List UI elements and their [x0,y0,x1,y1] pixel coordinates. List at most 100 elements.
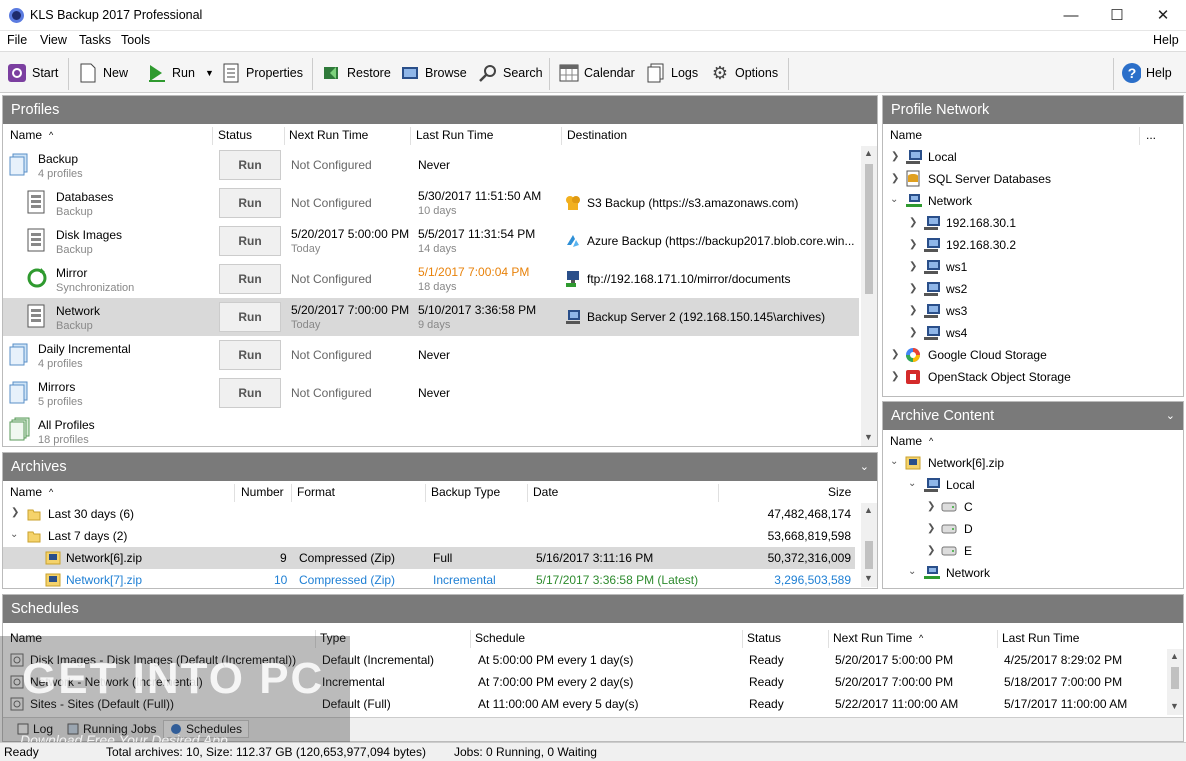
run-button[interactable]: Run [147,59,195,87]
profile-row-mirrors[interactable]: Mirrors 5 profiles Run Not Configured Ne… [3,374,859,412]
col-next-run[interactable]: Next Run Time [833,627,912,649]
menu-file[interactable]: File [7,33,27,47]
col-status[interactable]: Status [747,627,781,649]
archives-scrollbar[interactable]: ▲ ▼ [861,503,877,587]
tree-item-network[interactable]: ⌄ Network [883,190,1173,212]
tree-item-network[interactable]: ⌄ Network [883,562,1173,584]
menu-tasks[interactable]: Tasks [79,33,111,47]
menu-tools[interactable]: Tools [121,33,150,47]
col-last-run[interactable]: Last Run Time [1002,627,1079,649]
col-backup-type[interactable]: Backup Type [431,481,500,503]
chevron-right-icon[interactable]: ❯ [909,261,917,272]
collapse-chevron-icon[interactable]: ⌄ [860,453,869,481]
help-button[interactable]: ? Help [1121,59,1172,87]
archive-row[interactable]: Network[6].zip 9 Compressed (Zip) Full 5… [3,547,855,569]
run-button[interactable]: Run [219,150,281,180]
start-button[interactable]: Start [7,59,58,87]
archive-group-row[interactable]: ❯ Last 30 days (6) 47,482,468,174 [3,503,855,525]
tree-item-host[interactable]: ❯ ws3 [883,300,1173,322]
run-button[interactable]: Run [219,264,281,294]
collapse-chevron-icon[interactable]: ⌄ [1166,402,1175,430]
col-name[interactable]: Name [10,124,42,146]
archive-row[interactable]: Network[7].zip 10 Compressed (Zip) Incre… [3,569,855,591]
col-last-run[interactable]: Last Run Time [416,124,493,146]
profile-row-mirror[interactable]: Mirror Synchronization Run Not Configure… [3,260,859,298]
browse-button[interactable]: Browse [400,59,467,87]
tree-item-local[interactable]: ⌄ Local [883,474,1173,496]
chevron-right-icon[interactable]: ❯ [891,151,899,162]
col-name[interactable]: Name [890,430,922,452]
tree-item-host[interactable]: ❯ 192.168.30.1 [883,212,1173,234]
profiles-scrollbar[interactable]: ▲ ▼ [861,146,877,446]
col-number[interactable]: Number [241,481,284,503]
chevron-right-icon[interactable]: ❯ [891,349,899,360]
chevron-right-icon[interactable]: ❯ [927,501,935,512]
maximize-button[interactable]: ☐ [1094,0,1140,31]
logs-icon [646,63,666,83]
menu-view[interactable]: View [40,33,67,47]
chevron-right-icon[interactable]: ❯ [909,283,917,294]
options-button[interactable]: ⚙ Options [710,59,778,87]
profile-row-backup[interactable]: Backup 4 profiles Run Not Configured Nev… [3,146,859,184]
chevron-down-icon[interactable]: ⌄ [890,456,898,467]
profile-row-databases[interactable]: Databases Backup Run Not Configured 5/30… [3,184,859,222]
restore-button[interactable]: Restore [322,59,391,87]
col-date[interactable]: Date [533,481,558,503]
chevron-right-icon[interactable]: ❯ [909,217,917,228]
tree-item-drive[interactable]: ❯ D [883,518,1173,540]
profile-row-all-profiles[interactable]: All Profiles 18 profiles [3,412,859,446]
col-name[interactable]: Name [10,481,42,503]
col-status[interactable]: Status [218,124,252,146]
properties-button[interactable]: Properties [221,59,303,87]
run-button[interactable]: Run [219,226,281,256]
tree-item-drive[interactable]: ❯ C [883,496,1173,518]
tree-item-sql-server[interactable]: ❯ SQL Server Databases [883,168,1173,190]
tree-item-local[interactable]: ❯ Local [883,146,1173,168]
col-next-run[interactable]: Next Run Time [289,124,368,146]
chevron-right-icon[interactable]: ❯ [11,507,19,518]
col-format[interactable]: Format [297,481,335,503]
col-schedule[interactable]: Schedule [475,627,525,649]
chevron-right-icon[interactable]: ❯ [927,545,935,556]
tree-item-archive[interactable]: ⌄ Network[6].zip [883,452,1173,474]
new-button[interactable]: New [78,59,128,87]
openstack-icon [906,370,920,384]
run-button[interactable]: Run [219,340,281,370]
schedules-scrollbar[interactable]: ▲ ▼ [1167,649,1183,715]
tree-item-host[interactable]: ❯ ws4 [883,322,1173,344]
tree-item-openstack[interactable]: ❯ OpenStack Object Storage [883,366,1173,388]
archive-group-row[interactable]: ⌄ Last 7 days (2) 53,668,819,598 [3,525,855,547]
chevron-right-icon[interactable]: ❯ [909,239,917,250]
profile-row-network[interactable]: Network Backup Run 5/20/2017 7:00:00 PM … [3,298,859,336]
col-size[interactable]: Size [828,481,851,503]
menu-help[interactable]: Help [1153,33,1179,47]
tree-item-host[interactable]: ❯ ws2 [883,278,1173,300]
minimize-button[interactable]: — [1048,0,1094,31]
calendar-button[interactable]: Calendar [559,59,635,87]
chevron-right-icon[interactable]: ❯ [891,173,899,184]
col-destination[interactable]: Destination [567,124,627,146]
close-button[interactable]: ✕ [1140,0,1186,31]
run-dropdown-icon[interactable]: ▼ [205,59,214,87]
chevron-down-icon[interactable]: ⌄ [908,478,916,489]
run-button[interactable]: Run [219,302,281,332]
tree-item-google-cloud[interactable]: ❯ Google Cloud Storage [883,344,1173,366]
run-button[interactable]: Run [219,188,281,218]
more-columns-button[interactable]: ... [1146,124,1156,146]
tree-item-drive[interactable]: ❯ E [883,540,1173,562]
chevron-down-icon[interactable]: ⌄ [10,529,18,540]
profile-row-disk-images[interactable]: Disk Images Backup Run 5/20/2017 5:00:00… [3,222,859,260]
chevron-down-icon[interactable]: ⌄ [908,566,916,577]
search-button[interactable]: Search [478,59,543,87]
chevron-right-icon[interactable]: ❯ [909,327,917,338]
chevron-right-icon[interactable]: ❯ [891,371,899,382]
tree-item-host[interactable]: ❯ ws1 [883,256,1173,278]
chevron-down-icon[interactable]: ⌄ [890,194,898,205]
run-button[interactable]: Run [219,378,281,408]
col-name[interactable]: Name [890,124,922,146]
logs-button[interactable]: Logs [646,59,698,87]
tree-item-host[interactable]: ❯ 192.168.30.2 [883,234,1173,256]
chevron-right-icon[interactable]: ❯ [927,523,935,534]
chevron-right-icon[interactable]: ❯ [909,305,917,316]
profile-row-daily-incremental[interactable]: Daily Incremental 4 profiles Run Not Con… [3,336,859,374]
